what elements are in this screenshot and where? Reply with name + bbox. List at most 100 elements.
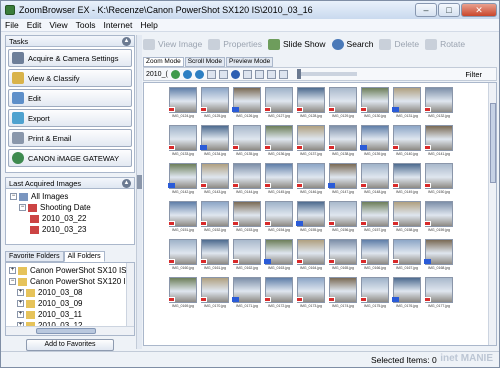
thumbnail-item[interactable]: IMG_0161.jpg <box>200 238 230 275</box>
thumbnail-item[interactable]: IMG_0173.jpg <box>296 276 326 313</box>
filter-dropdown[interactable]: Filter <box>465 70 482 79</box>
thumbnail-item[interactable]: IMG_0159.jpg <box>424 200 454 237</box>
back-icon[interactable] <box>182 69 192 79</box>
thumbnail-item[interactable]: IMG_0170.jpg <box>200 276 230 313</box>
thumbnail-item[interactable]: IMG_0136.jpg <box>264 124 294 161</box>
tab-favorite-folders[interactable]: Favorite Folders <box>5 251 64 262</box>
thumbnail-item[interactable]: IMG_0168.jpg <box>424 238 454 275</box>
collapse-arrow-icon[interactable] <box>137 175 142 189</box>
thumbnail-item[interactable]: IMG_0177.jpg <box>424 276 454 313</box>
tab-zoom-mode[interactable]: Zoom Mode <box>143 57 184 67</box>
thumbnail-item[interactable]: IMG_0128.jpg <box>296 86 326 123</box>
task-export-button[interactable]: Export <box>8 109 132 127</box>
task-gateway-button[interactable]: CANON iMAGE GATEWAY <box>8 149 132 167</box>
menu-view[interactable]: View <box>45 20 71 30</box>
thumbnail-item[interactable]: IMG_0138.jpg <box>328 124 358 161</box>
zoom-in-icon[interactable] <box>254 69 264 79</box>
thumbnail-item[interactable]: IMG_0171.jpg <box>232 276 262 313</box>
info-icon[interactable] <box>230 69 240 79</box>
thumbnail-item[interactable]: IMG_0144.jpg <box>232 162 262 199</box>
thumbnail-vscrollbar[interactable] <box>488 83 496 345</box>
select-icon[interactable] <box>206 69 216 79</box>
thumbnail-item[interactable]: IMG_0169.jpg <box>168 276 198 313</box>
thumbnail-item[interactable]: IMG_0133.jpg <box>168 124 198 161</box>
thumbnail-item[interactable]: IMG_0131.jpg <box>392 86 422 123</box>
minimize-button[interactable]: – <box>415 3 437 17</box>
scroll-thumb[interactable] <box>36 328 96 334</box>
thumbnail-item[interactable]: IMG_0146.jpg <box>296 162 326 199</box>
thumbnail-item[interactable]: IMG_0145.jpg <box>264 162 294 199</box>
thumbnail-item[interactable]: IMG_0143.jpg <box>200 162 230 199</box>
thumbnail-item[interactable]: IMG_0139.jpg <box>360 124 390 161</box>
thumbnail-item[interactable]: IMG_0132.jpg <box>424 86 454 123</box>
thumbnail-item[interactable]: IMG_0125.jpg <box>200 86 230 123</box>
search-button[interactable]: Search <box>331 38 373 50</box>
thumbnail-item[interactable]: IMG_0153.jpg <box>232 200 262 237</box>
expand-icon[interactable]: + <box>17 289 24 296</box>
scroll-thumb[interactable] <box>490 103 496 183</box>
menu-file[interactable]: File <box>1 20 23 30</box>
task-edit-button[interactable]: Edit <box>8 89 132 107</box>
thumbnail-item[interactable]: IMG_0162.jpg <box>232 238 262 275</box>
thumbnail-item[interactable]: IMG_0134.jpg <box>200 124 230 161</box>
collapse-icon[interactable]: − <box>19 204 26 211</box>
thumbnail-item[interactable]: IMG_0164.jpg <box>296 238 326 275</box>
rotate-button[interactable]: Rotate <box>425 38 465 50</box>
thumbnail-item[interactable]: IMG_0135.jpg <box>232 124 262 161</box>
expand-icon[interactable]: + <box>17 311 24 318</box>
tree-all-images[interactable]: − All Images <box>10 191 130 202</box>
folder-hscrollbar[interactable] <box>6 326 134 335</box>
cursor-icon[interactable] <box>242 69 252 79</box>
collapse-icon[interactable]: − <box>10 193 17 200</box>
folder-vscrollbar[interactable] <box>126 263 134 328</box>
folder-item[interactable]: − Canon PowerShot SX120 I <box>9 276 131 287</box>
menu-edit[interactable]: Edit <box>23 20 46 30</box>
folder-item[interactable]: +2010_03_08 <box>9 287 131 298</box>
tab-preview-mode[interactable]: Preview Mode <box>226 57 274 67</box>
folder-item[interactable]: +2010_03_11 <box>9 309 131 320</box>
thumbnail-item[interactable]: IMG_0148.jpg <box>360 162 390 199</box>
thumbnail-item[interactable]: IMG_0129.jpg <box>328 86 358 123</box>
thumbnail-item[interactable]: IMG_0147.jpg <box>328 162 358 199</box>
tab-scroll-mode[interactable]: Scroll Mode <box>184 57 226 67</box>
thumbnail-item[interactable]: IMG_0150.jpg <box>424 162 454 199</box>
delete-button[interactable]: Delete <box>379 38 419 50</box>
thumbnail-item[interactable]: IMG_0160.jpg <box>168 238 198 275</box>
thumbnail-item[interactable]: IMG_0152.jpg <box>200 200 230 237</box>
up-icon[interactable] <box>194 69 204 79</box>
folder-item[interactable]: +2010_03_09 <box>9 298 131 309</box>
collapse-recent-icon[interactable]: ▲ <box>122 178 131 188</box>
thumbnail-item[interactable]: IMG_0127.jpg <box>264 86 294 123</box>
refresh-icon[interactable] <box>170 69 180 79</box>
tree-date-item[interactable]: 2010_03_22 <box>10 213 130 224</box>
title-bar[interactable]: ZoomBrowser EX - K:\Recenze\Canon PowerS… <box>1 1 499 19</box>
sort-icon[interactable] <box>218 69 228 79</box>
thumbnail-item[interactable]: IMG_0130.jpg <box>360 86 390 123</box>
thumbnail-item[interactable]: IMG_0158.jpg <box>392 200 422 237</box>
thumbnail-item[interactable]: IMG_0172.jpg <box>264 276 294 313</box>
fit-icon[interactable] <box>278 69 288 79</box>
thumbnail-item[interactable]: IMG_0167.jpg <box>392 238 422 275</box>
thumbnail-item[interactable]: IMG_0149.jpg <box>392 162 422 199</box>
slide-show-button[interactable]: Slide Show <box>268 38 326 50</box>
thumbnail-item[interactable]: IMG_0142.jpg <box>168 162 198 199</box>
task-acquire-button[interactable]: Acquire & Camera Settings <box>8 49 132 67</box>
properties-button[interactable]: Properties <box>208 38 262 50</box>
thumbnail-item[interactable]: IMG_0166.jpg <box>360 238 390 275</box>
add-to-favorites-button[interactable]: Add to Favorites <box>26 339 114 351</box>
thumbnail-item[interactable]: IMG_0176.jpg <box>392 276 422 313</box>
thumbnail-item[interactable]: IMG_0124.jpg <box>168 86 198 123</box>
zoom-slider[interactable] <box>296 69 357 79</box>
expand-icon[interactable]: + <box>9 267 16 274</box>
task-print-email-button[interactable]: Print & Email <box>8 129 132 147</box>
thumbnail-item[interactable]: IMG_0165.jpg <box>328 238 358 275</box>
thumbnail-item[interactable]: IMG_0157.jpg <box>360 200 390 237</box>
expand-icon[interactable]: + <box>17 300 24 307</box>
collapse-icon[interactable]: − <box>9 278 16 285</box>
tree-shooting-date[interactable]: − Shooting Date <box>10 202 130 213</box>
thumbnail-item[interactable]: IMG_0163.jpg <box>264 238 294 275</box>
view-image-button[interactable]: View Image <box>143 38 202 50</box>
maximize-button[interactable]: □ <box>438 3 460 17</box>
thumbnail-item[interactable]: IMG_0140.jpg <box>392 124 422 161</box>
thumbnail-item[interactable]: IMG_0155.jpg <box>296 200 326 237</box>
